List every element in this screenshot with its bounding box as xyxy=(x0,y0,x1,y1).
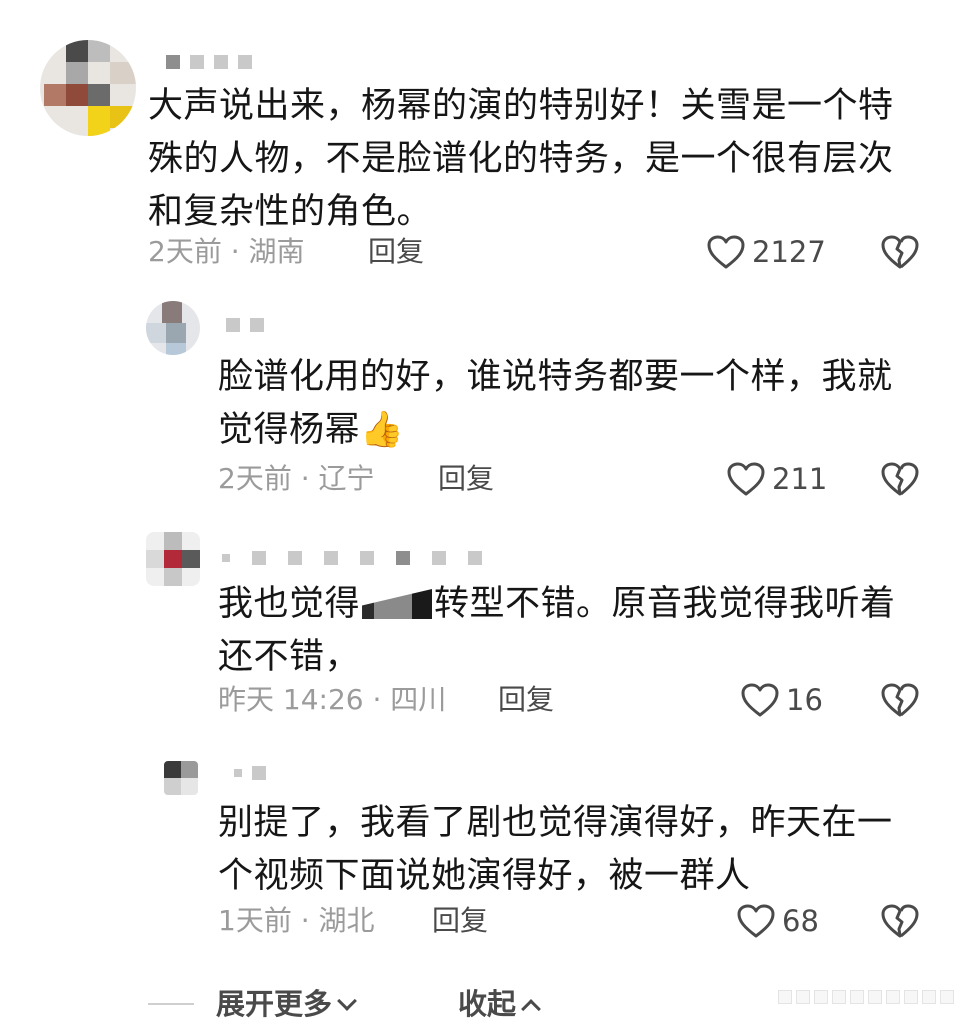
avatar[interactable] xyxy=(40,40,136,136)
comment-text: 我也觉得 转型不错。原音我觉得我听着还不错， xyxy=(218,578,898,684)
watermark xyxy=(778,990,954,1004)
username-redacted[interactable] xyxy=(166,52,252,72)
like-button[interactable]: 2127 xyxy=(706,232,826,272)
avatar[interactable] xyxy=(146,301,200,355)
reply-comment-1: 脸谱化用的好，谁说特务都要一个样，我就觉得杨幂👍 2天前 · 辽宁 回复 211 xyxy=(0,285,960,510)
comment-text: 别提了，我看了剧也觉得演得好，昨天在一个视频下面说她演得好，被一群人 xyxy=(218,803,893,896)
reply-button[interactable]: 回复 xyxy=(368,232,424,272)
chevron-up-icon xyxy=(521,999,541,1019)
broken-heart-icon[interactable] xyxy=(880,461,920,497)
reply-button[interactable]: 回复 xyxy=(498,680,554,720)
username-redacted[interactable] xyxy=(222,548,482,568)
comment-meta: 1天前 · 湖北 xyxy=(218,904,375,937)
avatar[interactable] xyxy=(164,761,198,795)
avatar[interactable] xyxy=(146,532,200,586)
like-count: 211 xyxy=(772,462,828,496)
collapse-label: 收起 xyxy=(458,987,517,1021)
like-button[interactable]: 16 xyxy=(740,680,823,720)
username-redacted[interactable] xyxy=(234,763,266,783)
heart-outline-icon xyxy=(737,904,775,938)
reply-comment-3: 别提了，我看了剧也觉得演得好，昨天在一个视频下面说她演得好，被一群人 1天前 ·… xyxy=(0,745,960,975)
like-count: 68 xyxy=(782,904,819,938)
reply-button[interactable]: 回复 xyxy=(432,901,488,941)
heart-outline-icon xyxy=(727,462,765,496)
like-button[interactable]: 211 xyxy=(726,459,827,499)
like-count: 2127 xyxy=(752,235,826,269)
username-redacted[interactable] xyxy=(226,315,264,335)
comment-meta: 昨天 14:26 · 四川 xyxy=(218,683,447,716)
heart-outline-icon xyxy=(741,683,779,717)
expand-more-label: 展开更多 xyxy=(216,987,333,1021)
reply-button[interactable]: 回复 xyxy=(438,459,494,499)
expand-more-button[interactable]: 展开更多 xyxy=(216,984,357,1021)
like-button[interactable]: 68 xyxy=(736,901,819,941)
comment-meta: 2天前 · 辽宁 xyxy=(218,462,375,495)
reply-comment-2: 我也觉得 转型不错。原音我觉得我听着还不错， 昨天 14:26 · 四川 回复 1… xyxy=(0,510,960,745)
chevron-down-icon xyxy=(337,991,357,1011)
broken-heart-icon[interactable] xyxy=(880,682,920,718)
comment-text: 大声说出来，杨幂的演的特别好！关雪是一个特殊的人物，不是脸谱化的特务，是一个很有… xyxy=(148,86,894,232)
like-count: 16 xyxy=(786,683,823,717)
comment-text: 脸谱化用的好，谁说特务都要一个样，我就觉得杨幂👍 xyxy=(218,357,893,450)
comment-1: 大声说出来，杨幂的演的特别好！关雪是一个特殊的人物，不是脸谱化的特务，是一个很有… xyxy=(0,0,960,285)
broken-heart-icon[interactable] xyxy=(880,234,920,270)
comment-meta: 2天前 · 湖南 xyxy=(148,235,305,268)
comment-text-start: 我也觉得 xyxy=(218,584,361,624)
redacted-name xyxy=(362,589,433,619)
divider-line xyxy=(148,1003,194,1005)
broken-heart-icon[interactable] xyxy=(880,903,920,939)
heart-outline-icon xyxy=(707,235,745,269)
collapse-button[interactable]: 收起 xyxy=(458,984,541,1021)
